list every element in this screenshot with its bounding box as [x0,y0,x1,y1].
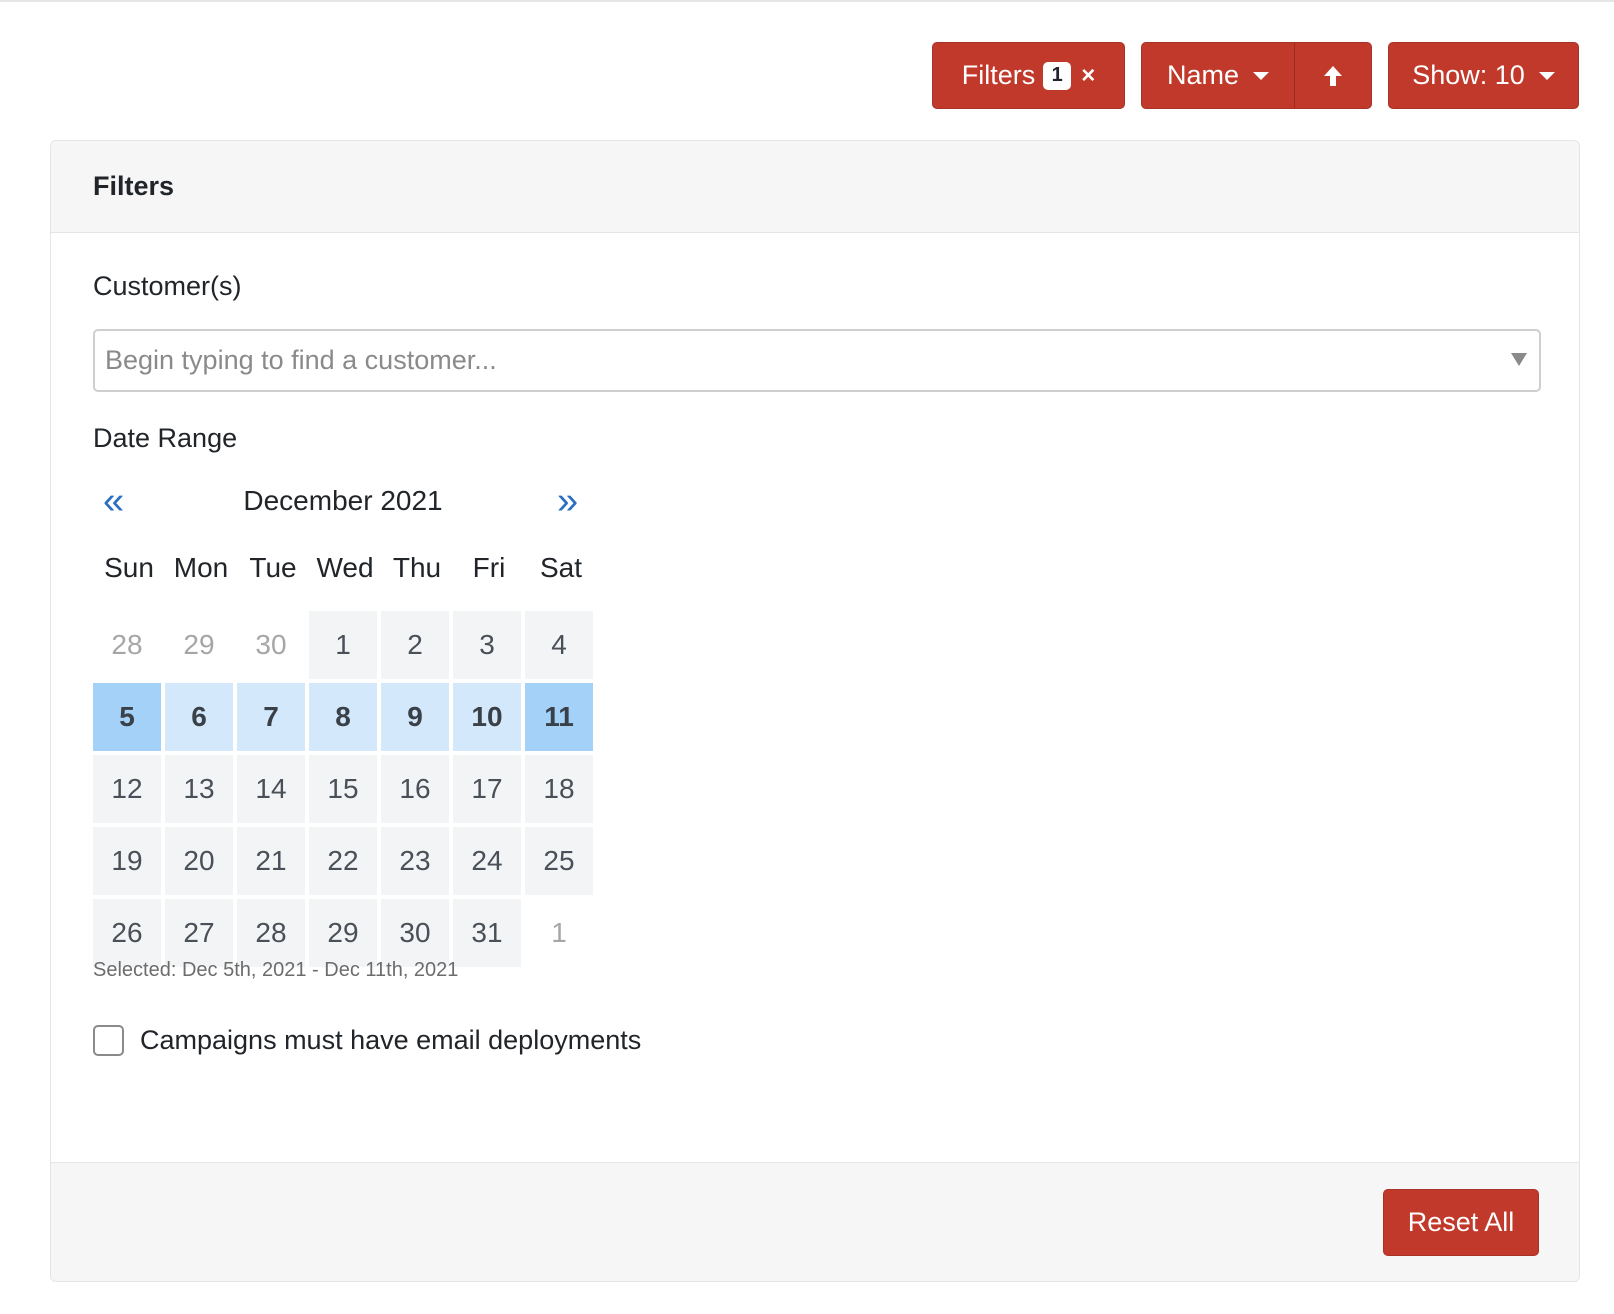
calendar-day[interactable]: 1 [309,611,377,679]
calendar-day[interactable]: 2 [381,611,449,679]
weekday-label: Sun [104,552,154,583]
sort-field-label: Name [1166,60,1240,90]
sort-field-dropdown-button[interactable]: Name [1141,42,1295,109]
calendar-day[interactable]: 8 [309,683,377,751]
top-divider [0,0,1614,2]
calendar-day[interactable]: 28 [237,899,305,967]
calendar-day[interactable]: 25 [525,827,593,895]
calendar-day[interactable]: 12 [93,755,161,823]
calendar-day[interactable]: 29 [165,611,233,679]
clear-filters-icon[interactable]: × [1081,62,1095,90]
calendar-day[interactable]: 7 [237,683,305,751]
filters-button-label: Filters [961,60,1036,90]
calendar-day-grid: 28 29 30 1 2 3 4 5 6 7 8 9 10 11 12 13 14 15 16 17 18 19 20 21 2… [93,611,611,967]
calendar-day[interactable]: 17 [453,755,521,823]
calendar-day[interactable]: 18 [525,755,593,823]
weekday-label: Sat [539,552,583,583]
weekday-label: Fri [472,552,506,583]
calendar-day[interactable]: 15 [309,755,377,823]
page-size-label: Show: 10 [1412,60,1525,90]
caret-down-icon [1538,71,1555,80]
calendar-month-title: December 2021 [243,485,443,516]
sort-button-group: Name [1141,42,1372,109]
filters-card-header: Filters [51,141,1579,233]
calendar-day[interactable]: 5 [93,683,161,751]
calendar-day[interactable]: 24 [453,827,521,895]
calendar-day[interactable]: 3 [453,611,521,679]
calendar-navigation: « December 2021 » [93,471,611,531]
calendar-day[interactable]: 13 [165,755,233,823]
arrow-up-icon [1324,65,1342,86]
weekday-label: Thu [392,552,442,583]
toolbar: Filters 1 × Name Show: 10 [932,42,1579,109]
calendar-day[interactable]: 27 [165,899,233,967]
filters-card-title: Filters [93,171,175,201]
calendar-day[interactable]: 23 [381,827,449,895]
reset-all-button[interactable]: Reset All [1383,1189,1539,1256]
filters-toggle-button[interactable]: Filters 1 × [932,42,1125,109]
calendar-day[interactable]: 30 [381,899,449,967]
date-range-label: Date Range [93,423,238,453]
filters-count-badge: 1 [1043,61,1072,90]
calendar-day[interactable]: 4 [525,611,593,679]
next-month-icon[interactable]: » [557,471,578,531]
customers-label: Customer(s) [93,271,242,301]
selected-date-range-text: Selected: Dec 5th, 2021 - Dec 11th, 2021 [93,959,459,981]
weekday-label: Mon [173,552,229,583]
calendar-day[interactable]: 22 [309,827,377,895]
caret-down-icon [1253,71,1270,80]
calendar-day[interactable]: 16 [381,755,449,823]
calendar-day[interactable]: 26 [93,899,161,967]
calendar-day[interactable]: 21 [237,827,305,895]
filters-card-footer: Reset All [51,1162,1579,1281]
email-deployments-filter[interactable]: Campaigns must have email deployments [93,1025,641,1056]
weekday-label: Wed [316,552,374,583]
calendar-day[interactable]: 14 [237,755,305,823]
customer-search-input[interactable] [105,345,1485,376]
calendar-day[interactable]: 11 [525,683,593,751]
email-deployments-label: Campaigns must have email deployments [140,1025,642,1055]
calendar-day[interactable]: 28 [93,611,161,679]
calendar-day[interactable]: 19 [93,827,161,895]
calendar-day[interactable]: 30 [237,611,305,679]
calendar-day[interactable]: 10 [453,683,521,751]
calendar-weekday-header: Sun Mon Tue Wed Thu Fri Sat [93,541,611,595]
calendar-day[interactable]: 1 [525,899,593,967]
dropdown-arrow-icon[interactable] [1511,353,1527,366]
weekday-label: Tue [249,552,297,583]
filters-card: Filters Customer(s) Date Range « Decembe… [50,140,1580,1282]
email-deployments-checkbox[interactable] [93,1025,124,1056]
date-range-calendar: « December 2021 » Sun Mon Tue Wed Thu Fri Sat … [93,471,611,967]
calendar-day[interactable]: 29 [309,899,377,967]
calendar-day[interactable]: 6 [165,683,233,751]
customer-select[interactable] [93,329,1541,392]
sort-direction-button[interactable] [1295,42,1372,109]
calendar-day[interactable]: 31 [453,899,521,967]
calendar-day[interactable]: 20 [165,827,233,895]
page-size-dropdown-button[interactable]: Show: 10 [1388,42,1579,109]
calendar-day[interactable]: 9 [381,683,449,751]
